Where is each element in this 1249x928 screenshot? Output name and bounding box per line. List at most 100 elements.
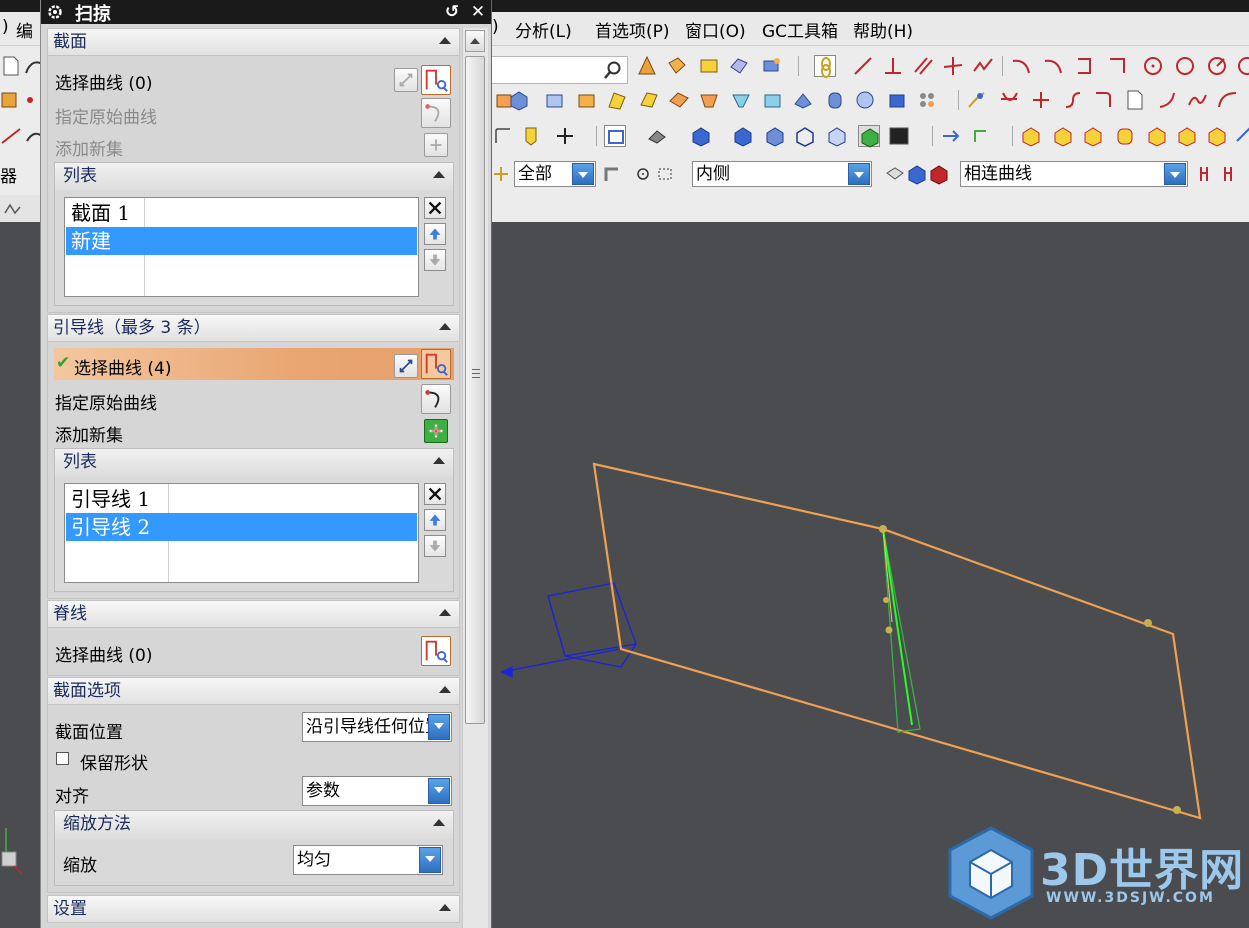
snap-tangent-icon[interactable] xyxy=(1196,163,1218,185)
rotate-icon[interactable] xyxy=(970,125,992,147)
list-item-selected[interactable]: 引导线 2 xyxy=(66,513,417,541)
shading-icon[interactable] xyxy=(646,125,668,147)
offset-tool-icon[interactable] xyxy=(966,89,988,111)
cone-icon[interactable] xyxy=(636,55,658,77)
document-icon[interactable] xyxy=(1124,89,1146,111)
box-orange-2-icon[interactable] xyxy=(1052,125,1074,147)
zigzag-icon[interactable] xyxy=(972,55,994,77)
curve-arc-icon[interactable] xyxy=(1216,89,1238,111)
section-group-header[interactable]: 截面 xyxy=(47,28,460,56)
spine-select-curve-label[interactable]: 选择曲线 (0) xyxy=(55,641,152,666)
dialog-scrollbar[interactable] xyxy=(462,28,488,928)
sheet-fold-icon[interactable] xyxy=(606,89,628,111)
chevron-down-icon[interactable] xyxy=(1164,163,1186,185)
circle-center-icon[interactable] xyxy=(1142,55,1164,77)
snap-intersect-icon[interactable] xyxy=(1220,163,1242,185)
body-filter-3-icon[interactable] xyxy=(928,163,950,185)
new-file-icon[interactable] xyxy=(0,55,22,77)
draft-icon[interactable] xyxy=(792,89,814,111)
section-origin-curve-button[interactable] xyxy=(421,98,451,128)
move-up-button[interactable] xyxy=(424,223,446,245)
section-list-header[interactable]: 列表 xyxy=(55,163,453,191)
move-up-button[interactable] xyxy=(424,509,446,531)
curve-wave-icon[interactable] xyxy=(1186,89,1208,111)
collapse-arrow-icon[interactable] xyxy=(439,323,451,330)
through-curves-icon[interactable] xyxy=(728,55,750,77)
section-add-set-button[interactable] xyxy=(424,133,448,157)
scroll-up-button[interactable] xyxy=(465,30,485,52)
curve-selection-button[interactable] xyxy=(421,65,451,95)
guides-curve-selection-button[interactable] xyxy=(421,349,451,379)
menu-window[interactable]: 窗口(O) xyxy=(685,17,746,42)
settings-group-header[interactable]: 设置 xyxy=(47,895,460,923)
divide-curve-icon[interactable] xyxy=(1030,89,1052,111)
move-down-button[interactable] xyxy=(424,535,446,557)
arc-right-icon[interactable] xyxy=(1042,55,1064,77)
line-sketch-icon[interactable] xyxy=(0,125,22,147)
curve-corner-icon[interactable] xyxy=(1092,89,1114,111)
rectangle-select-icon[interactable] xyxy=(654,163,676,185)
search-icon[interactable] xyxy=(603,60,623,80)
menu-fragment-bracket[interactable]: ) xyxy=(492,17,499,37)
cube-view-1-icon[interactable] xyxy=(690,125,712,147)
collapse-arrow-icon[interactable] xyxy=(433,457,445,464)
chamfer-icon[interactable] xyxy=(698,89,720,111)
measure-icon[interactable] xyxy=(1234,125,1249,147)
chevron-down-icon[interactable] xyxy=(419,847,441,873)
split-body-icon[interactable] xyxy=(762,89,784,111)
curve-rule-select[interactable]: 相连曲线 xyxy=(960,161,1188,187)
sphere-icon[interactable] xyxy=(854,89,876,111)
corner-curve-icon[interactable] xyxy=(1106,55,1128,77)
section-listbox[interactable]: 截面 1 新建 xyxy=(64,197,419,297)
collapse-arrow-icon[interactable] xyxy=(433,819,445,826)
select-tool-icon[interactable] xyxy=(602,163,624,185)
sheet-twist-icon[interactable] xyxy=(638,89,660,111)
edge-icon[interactable] xyxy=(492,125,514,147)
body-filter-2-icon[interactable] xyxy=(906,163,928,185)
cube-view-2-icon[interactable] xyxy=(732,125,754,147)
guides-listbox[interactable]: 引导线 1 引导线 2 xyxy=(64,483,419,583)
graphics-viewport[interactable] xyxy=(492,222,1249,928)
arc-left-icon[interactable] xyxy=(1010,55,1032,77)
guides-add-set-button[interactable] xyxy=(424,419,448,443)
circle-box-icon[interactable] xyxy=(1174,55,1196,77)
command-search-input[interactable] xyxy=(490,56,628,84)
reverse-direction-button[interactable] xyxy=(394,68,418,92)
reset-button[interactable]: ↺ xyxy=(443,2,461,22)
cube-wire-icon[interactable] xyxy=(794,125,816,147)
curve-j-icon[interactable] xyxy=(1156,89,1178,111)
solid-cube-icon[interactable] xyxy=(886,89,908,111)
trim-body-icon[interactable] xyxy=(730,89,752,111)
guides-reverse-direction-button[interactable] xyxy=(394,354,418,378)
sheet-icon[interactable] xyxy=(698,55,720,77)
sheet-layer-icon[interactable] xyxy=(668,89,690,111)
parallel-lines-icon[interactable] xyxy=(912,55,934,77)
guides-list-header[interactable]: 列表 xyxy=(55,449,453,477)
fit-view-icon[interactable] xyxy=(604,125,626,147)
select-filter-icon[interactable] xyxy=(490,163,512,185)
body-filter-1-icon[interactable] xyxy=(884,163,906,185)
menu-edit[interactable]: 编 xyxy=(16,17,33,42)
cube-view-3-icon[interactable] xyxy=(764,125,786,147)
cross-line-icon[interactable] xyxy=(942,55,964,77)
background-color-icon[interactable] xyxy=(888,125,910,147)
scaling-group-header[interactable]: 缩放方法 xyxy=(55,811,453,839)
surface-edit-icon[interactable] xyxy=(760,55,782,77)
extrude-box-icon[interactable] xyxy=(576,89,598,111)
close-button[interactable]: ✕ xyxy=(469,2,487,22)
guides-group-header[interactable]: 引导线（最多 3 条） xyxy=(47,314,460,342)
preserve-shape-checkbox[interactable] xyxy=(56,752,69,765)
chevron-down-icon[interactable] xyxy=(572,163,594,185)
curve-s-icon[interactable] xyxy=(1062,89,1084,111)
remove-item-button[interactable] xyxy=(424,197,446,219)
snap-point-icon[interactable] xyxy=(632,163,654,185)
section-position-select[interactable]: 沿引导线任何位置 xyxy=(302,712,452,742)
scale-select[interactable]: 均匀 xyxy=(293,845,443,875)
cube-green-icon[interactable] xyxy=(858,125,880,148)
menu-help[interactable]: 帮助(H) xyxy=(853,17,913,42)
spine-group-header[interactable]: 脊线 xyxy=(47,600,460,628)
chevron-down-icon[interactable] xyxy=(428,714,450,740)
box-orange-3-icon[interactable] xyxy=(1082,125,1104,147)
box-orange-6-icon[interactable] xyxy=(1206,125,1228,147)
menu-fragment-left[interactable]: ) xyxy=(2,17,9,37)
